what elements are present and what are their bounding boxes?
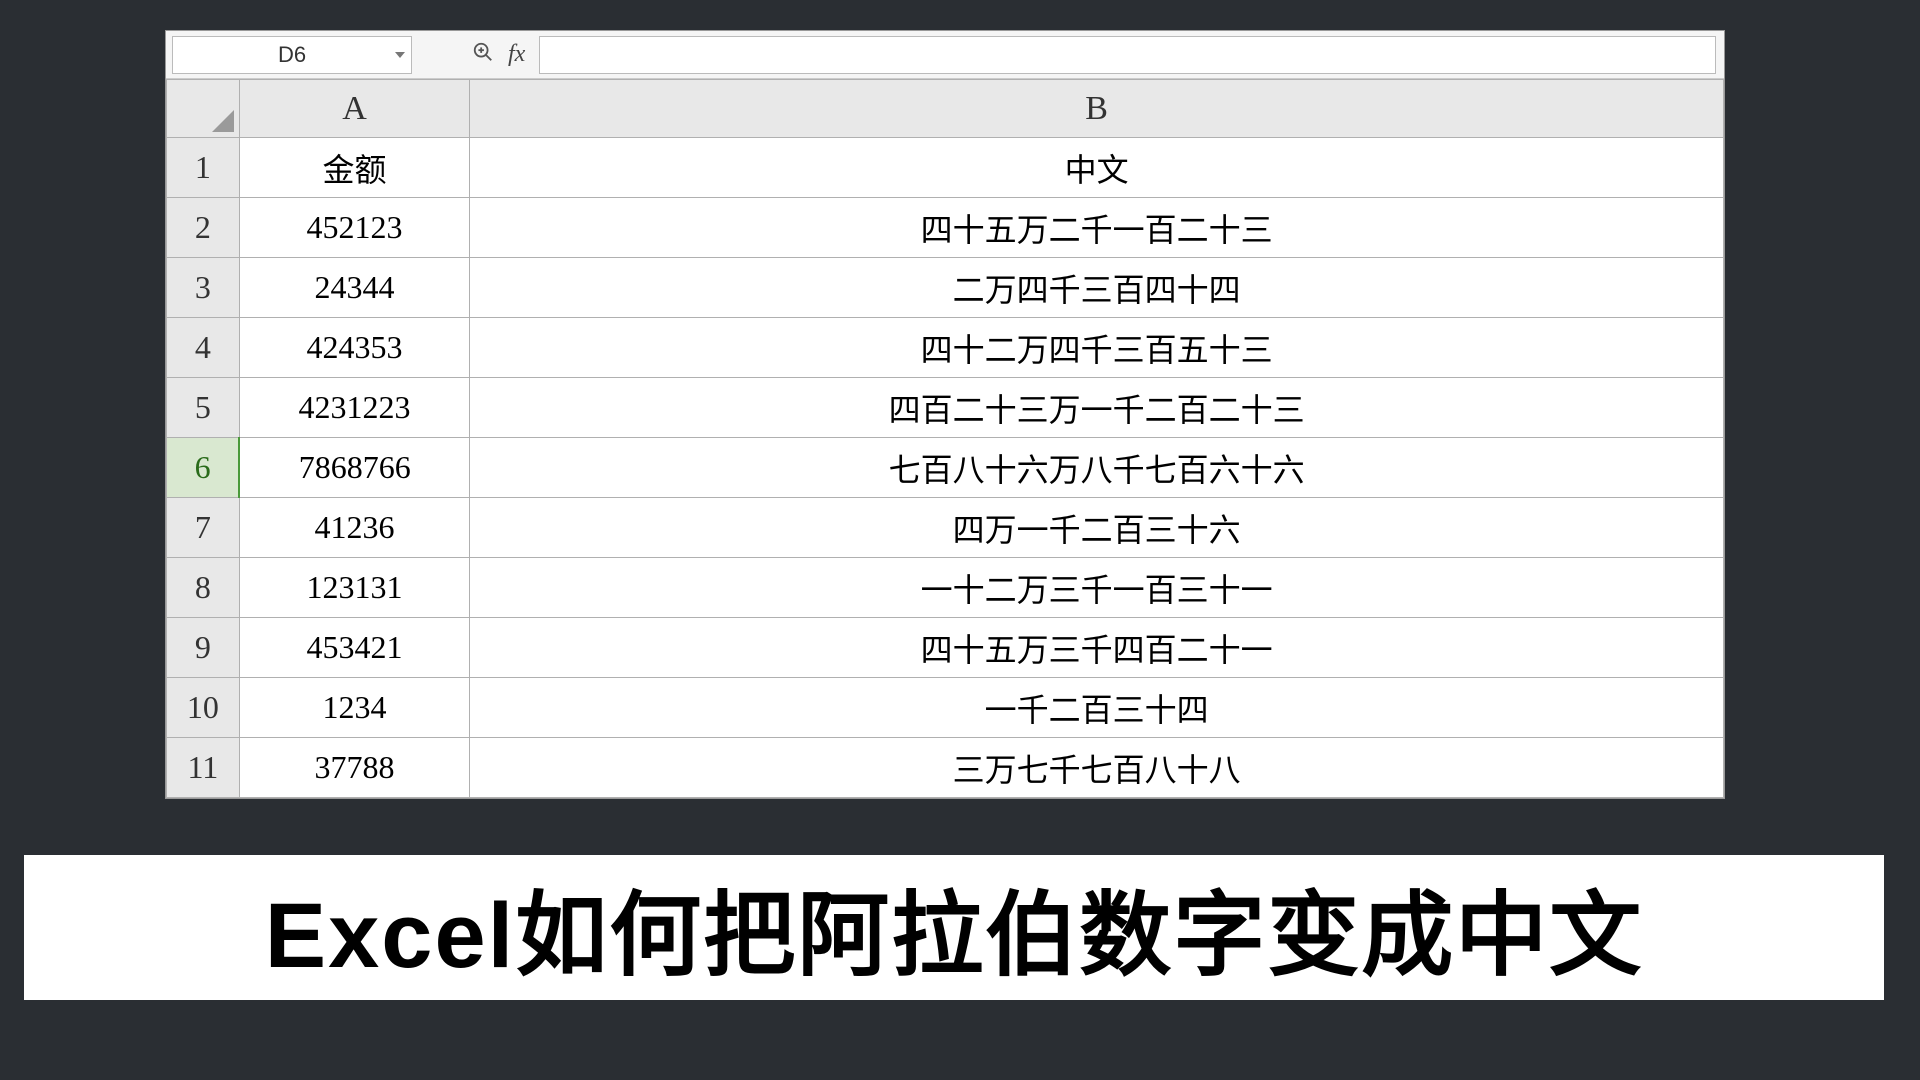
column-header-row: A B [167,80,1724,138]
row-header[interactable]: 7 [167,498,240,558]
cell-a3[interactable]: 24344 [239,258,470,318]
table-row: 11 37788 三万七千七百八十八 [167,738,1724,798]
row-header-active[interactable]: 6 [167,438,240,498]
cell-a4[interactable]: 424353 [239,318,470,378]
name-box[interactable]: D6 [172,36,412,74]
cell-a11[interactable]: 37788 [239,738,470,798]
cell-b11[interactable]: 三万七千七百八十八 [470,738,1724,798]
cell-a8[interactable]: 123131 [239,558,470,618]
column-header-b[interactable]: B [470,80,1724,138]
table-row: 5 4231223 四百二十三万一千二百二十三 [167,378,1724,438]
spreadsheet-grid[interactable]: A B 1 金额 中文 2 452123 四十五万二千一百二十三 3 24344… [166,79,1724,798]
table-row: 10 1234 一千二百三十四 [167,678,1724,738]
chevron-down-icon[interactable] [395,52,405,58]
formula-bar: D6 fx [166,31,1724,79]
cell-a2[interactable]: 452123 [239,198,470,258]
cell-a9[interactable]: 453421 [239,618,470,678]
cell-b1[interactable]: 中文 [470,138,1724,198]
row-header[interactable]: 1 [167,138,240,198]
cell-a1[interactable]: 金额 [239,138,470,198]
row-header[interactable]: 2 [167,198,240,258]
cell-b2[interactable]: 四十五万二千一百二十三 [470,198,1724,258]
cell-b8[interactable]: 一十二万三千一百三十一 [470,558,1724,618]
excel-window: D6 fx A B [165,30,1725,799]
formula-bar-icons: fx [472,41,525,69]
table-row: 7 41236 四万一千二百三十六 [167,498,1724,558]
name-box-value: D6 [278,42,306,68]
fx-icon[interactable]: fx [508,41,525,68]
cell-a6[interactable]: 7868766 [239,438,470,498]
table-row: 1 金额 中文 [167,138,1724,198]
row-header[interactable]: 4 [167,318,240,378]
row-header[interactable]: 11 [167,738,240,798]
row-header[interactable]: 5 [167,378,240,438]
cell-b7[interactable]: 四万一千二百三十六 [470,498,1724,558]
cell-a7[interactable]: 41236 [239,498,470,558]
cell-b6[interactable]: 七百八十六万八千七百六十六 [470,438,1724,498]
row-header[interactable]: 9 [167,618,240,678]
cell-b4[interactable]: 四十二万四千三百五十三 [470,318,1724,378]
cell-b5[interactable]: 四百二十三万一千二百二十三 [470,378,1724,438]
banner-text: Excel如何把阿拉伯数字变成中文 [265,861,1643,994]
row-header[interactable]: 8 [167,558,240,618]
select-all-corner[interactable] [167,80,240,138]
formula-input[interactable] [539,36,1716,74]
cell-b3[interactable]: 二万四千三百四十四 [470,258,1724,318]
cell-a10[interactable]: 1234 [239,678,470,738]
column-header-a[interactable]: A [239,80,470,138]
row-header[interactable]: 10 [167,678,240,738]
table-row: 8 123131 一十二万三千一百三十一 [167,558,1724,618]
zoom-icon[interactable] [472,41,494,69]
page-title-banner: Excel如何把阿拉伯数字变成中文 [24,855,1884,1000]
table-row: 2 452123 四十五万二千一百二十三 [167,198,1724,258]
row-header[interactable]: 3 [167,258,240,318]
cell-a5[interactable]: 4231223 [239,378,470,438]
table-row: 9 453421 四十五万三千四百二十一 [167,618,1724,678]
table-row: 4 424353 四十二万四千三百五十三 [167,318,1724,378]
table-row: 3 24344 二万四千三百四十四 [167,258,1724,318]
cell-b10[interactable]: 一千二百三十四 [470,678,1724,738]
cell-b9[interactable]: 四十五万三千四百二十一 [470,618,1724,678]
table-row: 6 7868766 七百八十六万八千七百六十六 [167,438,1724,498]
